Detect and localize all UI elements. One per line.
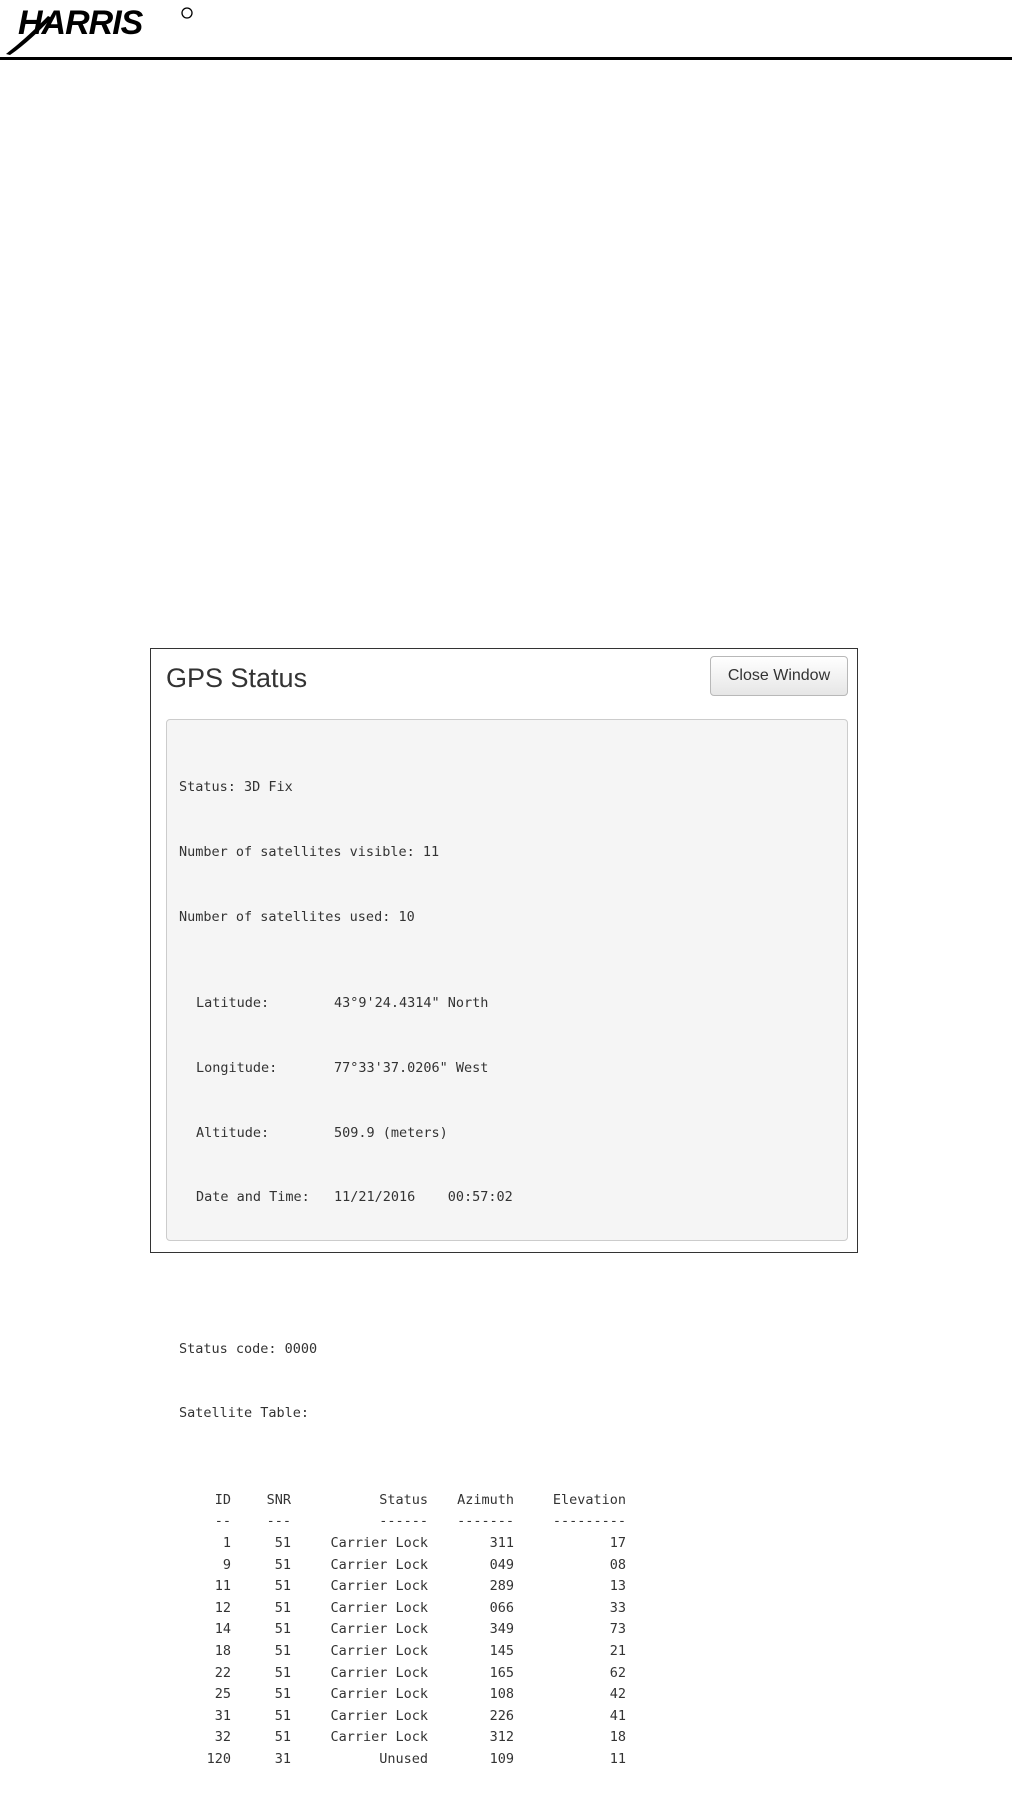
altitude-value: 509.9 (meters) bbox=[334, 1124, 448, 1141]
satellites-visible-line: Number of satellites visible: 11 bbox=[179, 843, 440, 860]
status-code-line: Status code: 0000 bbox=[179, 1340, 318, 1357]
table-row-id: 22 bbox=[214, 1664, 231, 1681]
table-row-id: 11 bbox=[214, 1578, 231, 1595]
altitude-row: Altitude: 509.9 (meters) bbox=[179, 1123, 835, 1145]
svg-text:HARRIS: HARRIS bbox=[18, 4, 144, 42]
table-row-azimuth: 108 bbox=[489, 1686, 514, 1703]
table-row-status: Carrier Lock bbox=[330, 1599, 428, 1616]
harris-logo: HARRIS bbox=[6, 4, 193, 55]
table-separator-snr: --- bbox=[266, 1513, 291, 1530]
table-row-azimuth: 289 bbox=[489, 1578, 514, 1595]
gps-status-panel: Status: 3D Fix Number of satellites visi… bbox=[166, 719, 848, 1767]
table-row-elevation: 62 bbox=[609, 1664, 626, 1681]
table-header-elevation: Elevation bbox=[552, 1491, 626, 1508]
table-row-elevation: 18 bbox=[609, 1729, 626, 1746]
table-row-azimuth: 066 bbox=[489, 1599, 514, 1616]
table-row-id: 31 bbox=[214, 1707, 231, 1724]
table-row-azimuth: 145 bbox=[489, 1642, 514, 1659]
table-row-snr: 51 bbox=[274, 1729, 291, 1746]
latitude-label: Latitude: bbox=[196, 995, 270, 1012]
table-row-snr: 51 bbox=[274, 1599, 291, 1616]
table-row-elevation: 13 bbox=[609, 1578, 626, 1595]
page-header: HARRIS bbox=[0, 0, 1012, 62]
satellites-used-line: Number of satellites used: 10 bbox=[179, 908, 415, 925]
table-row-status: Carrier Lock bbox=[330, 1534, 428, 1551]
table-separator-elevation: --------- bbox=[552, 1513, 626, 1530]
table-row-status: Carrier Lock bbox=[330, 1707, 428, 1724]
table-row-snr: 51 bbox=[274, 1534, 291, 1551]
table-row-azimuth: 312 bbox=[489, 1729, 514, 1746]
table-row-id: 1 bbox=[222, 1534, 231, 1551]
satellite-table-title: Satellite Table: bbox=[179, 1405, 310, 1422]
table-row-azimuth: 049 bbox=[489, 1556, 514, 1573]
table-separator-status: ------ bbox=[379, 1513, 428, 1530]
table-row-snr: 31 bbox=[274, 1750, 291, 1767]
table-header-status: Status bbox=[379, 1491, 428, 1508]
table-row-azimuth: 109 bbox=[489, 1750, 514, 1767]
table-row-status: Carrier Lock bbox=[330, 1578, 428, 1595]
table-row-status: Carrier Lock bbox=[330, 1664, 428, 1681]
longitude-row: Longitude: 77°33'37.0206" West bbox=[179, 1058, 835, 1080]
table-row-elevation: 11 bbox=[609, 1750, 626, 1767]
table-row-snr: 51 bbox=[274, 1642, 291, 1659]
table-row-snr: 51 bbox=[274, 1556, 291, 1573]
table-row-elevation: 41 bbox=[609, 1707, 626, 1724]
close-window-button[interactable]: Close Window bbox=[710, 656, 848, 696]
table-row-elevation: 33 bbox=[609, 1599, 626, 1616]
window-title: GPS Status bbox=[166, 663, 308, 693]
table-row-id: 120 bbox=[206, 1750, 231, 1767]
table-row-azimuth: 311 bbox=[489, 1534, 514, 1551]
table-row-elevation: 08 bbox=[609, 1556, 626, 1573]
table-header-snr: SNR bbox=[266, 1491, 291, 1508]
table-row-status: Unused bbox=[379, 1750, 428, 1767]
table-row-snr: 51 bbox=[274, 1578, 291, 1595]
table-row-azimuth: 226 bbox=[489, 1707, 514, 1724]
table-row-elevation: 73 bbox=[609, 1621, 626, 1638]
latitude-value: 43°9'24.4314" North bbox=[334, 995, 489, 1012]
date-time-value: 11/21/2016 00:57:02 bbox=[334, 1189, 513, 1206]
table-row-status: Carrier Lock bbox=[330, 1686, 428, 1703]
table-row-status: Carrier Lock bbox=[330, 1621, 428, 1638]
table-separator-azimuth: ------- bbox=[457, 1513, 514, 1530]
table-row-elevation: 21 bbox=[609, 1642, 626, 1659]
table-row-azimuth: 349 bbox=[489, 1621, 514, 1638]
satellite-table: ID SNR Status Azimuth Elevation -- --- ------ --… bbox=[179, 1490, 835, 1771]
table-header-azimuth: Azimuth bbox=[457, 1491, 514, 1508]
table-row-snr: 51 bbox=[274, 1707, 291, 1724]
table-row-id: 14 bbox=[214, 1621, 231, 1638]
table-row-status: Carrier Lock bbox=[330, 1556, 428, 1573]
status-line: Status: 3D Fix bbox=[179, 779, 293, 796]
table-row-snr: 51 bbox=[274, 1664, 291, 1681]
gps-status-window: GPS Status Close Window Status: 3D Fix N… bbox=[150, 648, 858, 1767]
date-time-label: Date and Time: bbox=[196, 1189, 310, 1206]
table-row-id: 32 bbox=[214, 1729, 231, 1746]
table-row-id: 18 bbox=[214, 1642, 231, 1659]
table-row-snr: 51 bbox=[274, 1686, 291, 1703]
table-row-elevation: 17 bbox=[609, 1534, 626, 1551]
altitude-label: Altitude: bbox=[196, 1124, 270, 1141]
table-row-id: 25 bbox=[214, 1686, 231, 1703]
header-divider bbox=[0, 57, 1012, 60]
table-row-status: Carrier Lock bbox=[330, 1729, 428, 1746]
table-row-elevation: 42 bbox=[609, 1686, 626, 1703]
table-row-azimuth: 165 bbox=[489, 1664, 514, 1681]
date-time-row: Date and Time: 11/21/2016 00:57:02 bbox=[179, 1187, 835, 1209]
table-header-id: ID bbox=[214, 1491, 231, 1508]
longitude-value: 77°33'37.0206" West bbox=[334, 1059, 489, 1076]
table-row-status: Carrier Lock bbox=[330, 1642, 428, 1659]
table-separator-id: -- bbox=[214, 1513, 231, 1530]
table-row-id: 9 bbox=[222, 1556, 231, 1573]
longitude-label: Longitude: bbox=[196, 1059, 278, 1076]
table-row-id: 12 bbox=[214, 1599, 231, 1616]
table-row-snr: 51 bbox=[274, 1621, 291, 1638]
latitude-row: Latitude: 43°9'24.4314" North bbox=[179, 993, 835, 1015]
